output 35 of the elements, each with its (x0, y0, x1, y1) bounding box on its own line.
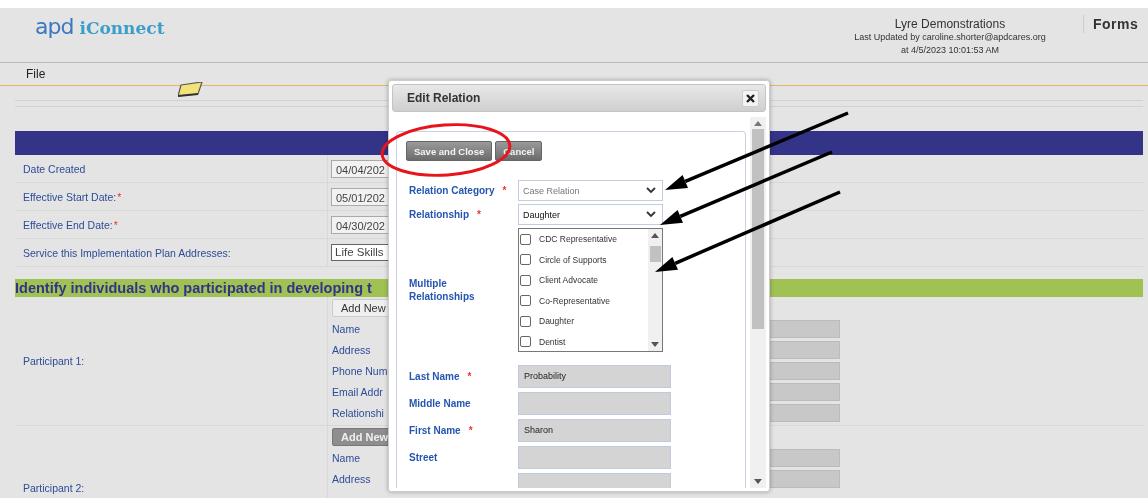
field-label: Relationshi (332, 406, 385, 419)
field-label: Address (332, 343, 372, 356)
logo-text: iConnect (79, 17, 165, 39)
option-label: Circle of Supports (539, 254, 607, 265)
field-label: Name (332, 322, 361, 335)
field-label: Email Addr (332, 385, 384, 398)
field-label: Date Created (23, 162, 86, 175)
logo-mark: apd (35, 16, 74, 38)
required-mark: * (113, 218, 118, 231)
option-label: Co-Representative (539, 295, 610, 306)
field-label: First Name (409, 425, 461, 436)
field-label: Effective Start Date: (23, 190, 117, 203)
required-mark: * (467, 371, 472, 382)
last-updated-time: at 4/5/2023 10:01:53 AM (899, 44, 1001, 57)
option-label: CDC Representative (539, 234, 617, 245)
field-label: Service this Implementation Plan Addresses: (23, 246, 231, 259)
last-updated-text: Last Updated by caroline.shorter@apdcares.org (853, 31, 1047, 44)
participant-label: Participant 1: (23, 355, 85, 367)
option-label: Dentist (539, 336, 566, 347)
field-label: Last Name (409, 371, 460, 382)
required-mark: * (477, 209, 481, 220)
required-mark: * (117, 190, 122, 203)
section-title: Forms (1083, 15, 1148, 33)
field-label: Address (332, 472, 372, 485)
field-label: Middle Name (409, 398, 471, 409)
field-label: Street (409, 452, 438, 463)
field-label: Relationship (409, 209, 469, 220)
field-label: Relation Category (409, 185, 495, 196)
dialog-title: Edit Relation (407, 91, 481, 105)
field-label: Effective End Date: (23, 218, 113, 231)
required-mark: * (468, 425, 473, 436)
participant-label: Participant 2: (23, 482, 85, 494)
option-label: Daughter (539, 316, 574, 327)
organization-name: Lyre Demonstrations (893, 17, 1007, 31)
required-mark: * (502, 185, 507, 196)
